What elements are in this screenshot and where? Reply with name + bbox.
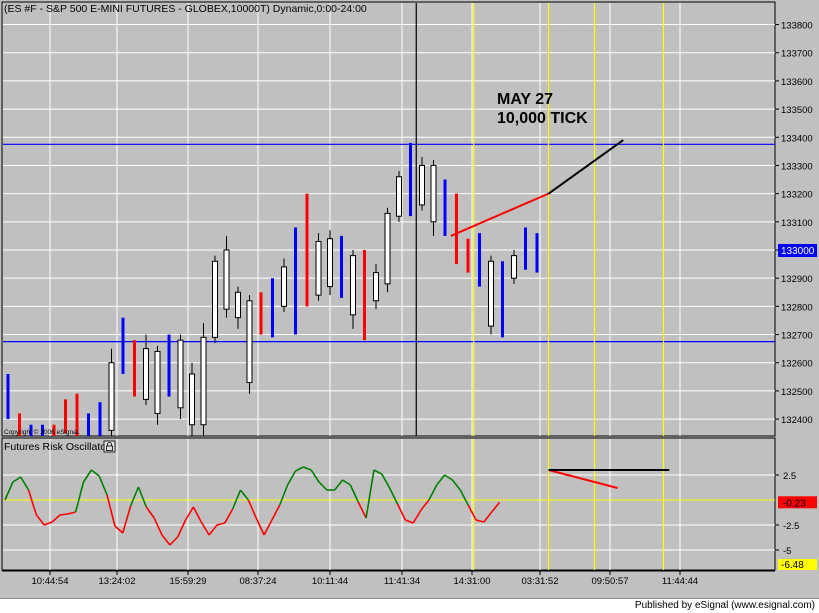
candle-body[interactable] bbox=[235, 291, 241, 319]
chart-window[interactable]: (ES #F - S&P 500 E-MINI FUTURES - GLOBEX… bbox=[0, 0, 819, 598]
time-tick-label: 10:11:44 bbox=[312, 576, 348, 587]
candle-body[interactable] bbox=[189, 373, 195, 426]
time-tick-label: 10:44:54 bbox=[32, 576, 69, 587]
copyright: Copyright © 2006 eSignal. bbox=[4, 428, 80, 436]
candle-body[interactable] bbox=[200, 336, 207, 426]
candle-body[interactable] bbox=[177, 339, 184, 409]
osc-last-badge: -0.23 bbox=[778, 496, 817, 509]
published-by: Published by eSignal (www.esignal.com) bbox=[634, 600, 815, 611]
candle-body[interactable] bbox=[384, 212, 391, 285]
price-tick-label: 133800 bbox=[781, 21, 813, 32]
time-tick-label: 11:44:44 bbox=[662, 576, 698, 587]
candle-body[interactable] bbox=[281, 266, 287, 307]
footer-bar: Published by eSignal (www.esignal.com) bbox=[0, 598, 819, 613]
osc-tick-label: 2.5 bbox=[783, 471, 796, 482]
symbol-title: (ES #F - S&P 500 E-MINI FUTURES - GLOBEX… bbox=[4, 3, 367, 15]
price-tick-label: 132600 bbox=[781, 359, 813, 370]
candle-body[interactable] bbox=[315, 241, 322, 296]
annotation-date: MAY 27 bbox=[497, 91, 553, 108]
chart-canvas[interactable]: (ES #F - S&P 500 E-MINI FUTURES - GLOBEX… bbox=[0, 0, 819, 598]
annotation-tick: 10,000 TICK bbox=[497, 110, 588, 127]
candle-body[interactable] bbox=[246, 300, 253, 383]
time-tick-label: 09:50:57 bbox=[592, 576, 629, 587]
candle-body[interactable] bbox=[108, 362, 115, 431]
time-tick-label: 15:59:29 bbox=[170, 576, 207, 587]
last-price-label: 133000 bbox=[781, 246, 815, 257]
price-tick-label: 133100 bbox=[781, 218, 813, 229]
price-tick-label: 132500 bbox=[781, 387, 813, 398]
candle-body[interactable] bbox=[396, 176, 402, 217]
time-tick-label: 08:37:24 bbox=[240, 576, 277, 587]
price-tick-label: 133300 bbox=[781, 161, 813, 172]
price-tick-label: 132900 bbox=[781, 274, 813, 285]
price-tick-label: 133600 bbox=[781, 77, 813, 88]
candle-body[interactable] bbox=[350, 255, 356, 316]
candle-body[interactable] bbox=[327, 238, 333, 288]
osc-tick-label: -5 bbox=[783, 546, 791, 557]
time-tick-label: 03:31:52 bbox=[522, 576, 559, 587]
candle-body[interactable] bbox=[154, 350, 161, 414]
candle-body[interactable] bbox=[212, 260, 218, 338]
lock-icon[interactable] bbox=[103, 440, 116, 453]
oscillator-segment bbox=[59, 513, 68, 516]
price-tick-label: 133500 bbox=[781, 105, 813, 116]
time-tick-label: 11:41:34 bbox=[384, 576, 420, 587]
last-price-badge: 133000 bbox=[778, 244, 817, 257]
price-tick-label: 132800 bbox=[781, 302, 813, 313]
candle-body[interactable] bbox=[419, 164, 425, 206]
price-tick-label: 133400 bbox=[781, 133, 813, 144]
price-tick-label: 132700 bbox=[781, 331, 813, 342]
oscillator-title: Futures Risk Oscillator bbox=[4, 441, 110, 453]
osc-min-badge: -6.48 bbox=[778, 559, 817, 571]
price-tick-label: 132400 bbox=[781, 415, 813, 426]
osc-last-label: -0.23 bbox=[783, 498, 806, 509]
candle-body[interactable] bbox=[511, 255, 517, 279]
price-tick-label: 133200 bbox=[781, 190, 813, 201]
osc-tick-label: -2.5 bbox=[783, 521, 799, 532]
price-tick-label: 133700 bbox=[781, 49, 813, 60]
candle-body[interactable] bbox=[143, 348, 149, 400]
candle-body[interactable] bbox=[488, 260, 494, 327]
osc-min-label: -6.48 bbox=[781, 560, 804, 571]
candle-body[interactable] bbox=[430, 164, 437, 223]
time-tick-label: 14:31:00 bbox=[454, 576, 491, 587]
candle-body[interactable] bbox=[223, 249, 230, 310]
candle-body[interactable] bbox=[373, 272, 379, 302]
time-tick-label: 13:24:02 bbox=[99, 576, 136, 587]
